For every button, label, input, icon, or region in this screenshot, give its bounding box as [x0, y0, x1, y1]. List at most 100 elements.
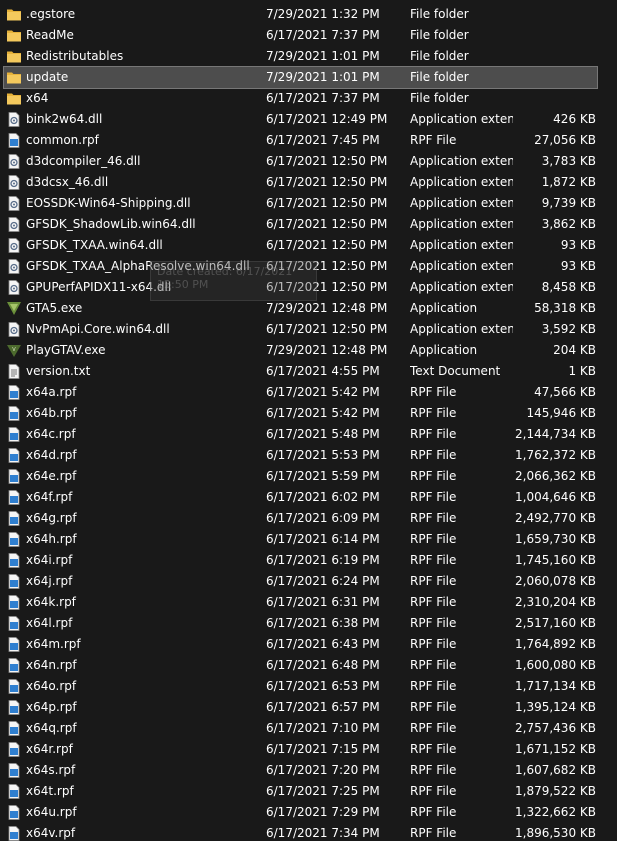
file-size: 47,566 KB: [534, 385, 596, 399]
file-type: RPF File: [410, 616, 457, 630]
txt-icon: [6, 364, 22, 379]
file-name: GFSDK_TXAA.win64.dll: [26, 238, 163, 252]
file-row[interactable]: x64h.rpf 6/17/2021 6:14 PM RPF File 1,659,7…: [0, 529, 617, 550]
file-type: RPF File: [410, 511, 457, 525]
dll-icon: [6, 259, 22, 274]
file-type: RPF File: [410, 784, 457, 798]
dll-icon: [6, 175, 22, 190]
file-size: 2,310,204 KB: [515, 595, 596, 609]
file-row[interactable]: Redistributables 7/29/2021 1:01 PM File fo…: [0, 46, 617, 67]
file-type: RPF File: [410, 427, 457, 441]
file-row[interactable]: x64f.rpf 6/17/2021 6:02 PM RPF File 1,004,6…: [0, 487, 617, 508]
file-row[interactable]: GFSDK_TXAA_AlphaResolve.win64.dll 6/17/20…: [0, 256, 617, 277]
dll-icon: [6, 238, 22, 253]
file-row[interactable]: x64p.rpf 6/17/2021 6:57 PM RPF File 1,395,1…: [0, 697, 617, 718]
file-row[interactable]: GFSDK_TXAA.win64.dll 6/17/2021 12:50 PM Ap…: [0, 235, 617, 256]
file-name: EOSSDK-Win64-Shipping.dll: [26, 196, 191, 210]
file-size: 2,492,770 KB: [515, 511, 596, 525]
file-type: RPF File: [410, 637, 457, 651]
file-size: 3,862 KB: [541, 217, 596, 231]
rpf-icon: [6, 448, 22, 463]
file-name: PlayGTAV.exe: [26, 343, 106, 357]
file-name: x64q.rpf: [26, 721, 77, 735]
file-row[interactable]: x64d.rpf 6/17/2021 5:53 PM RPF File 1,762,3…: [0, 445, 617, 466]
file-row[interactable]: GPUPerfAPIDX11-x64.dll 6/17/2021 12:50 PM…: [0, 277, 617, 298]
file-type: RPF File: [410, 448, 457, 462]
file-row[interactable]: x64u.rpf 6/17/2021 7:29 PM RPF File 1,322,6…: [0, 802, 617, 823]
file-size: 2,060,078 KB: [515, 574, 596, 588]
file-type: Application: [410, 343, 478, 357]
file-name: x64l.rpf: [26, 616, 73, 630]
file-size: 1,671,152 KB: [515, 742, 596, 756]
file-row[interactable]: x64k.rpf 6/17/2021 6:31 PM RPF File 2,310,2…: [0, 592, 617, 613]
file-row[interactable]: x64a.rpf 6/17/2021 5:42 PM RPF File 47,566 …: [0, 382, 617, 403]
file-row[interactable]: GFSDK_ShadowLib.win64.dll 6/17/2021 12:50…: [0, 214, 617, 235]
rpf-icon: [6, 826, 22, 841]
file-name: version.txt: [26, 364, 91, 378]
file-type: Application exten...: [410, 238, 513, 252]
folder-icon: [6, 70, 22, 85]
file-date-modified: 7/29/2021 1:32 PM: [266, 7, 380, 21]
file-row[interactable]: x64e.rpf 6/17/2021 5:59 PM RPF File 2,066,3…: [0, 466, 617, 487]
file-row[interactable]: x64n.rpf 6/17/2021 6:48 PM RPF File 1,600,0…: [0, 655, 617, 676]
file-row[interactable]: x64v.rpf 6/17/2021 7:34 PM RPF File 1,896,5…: [0, 823, 617, 841]
file-row[interactable]: bink2w64.dll 6/17/2021 12:49 PM Applicatio…: [0, 109, 617, 130]
folder-icon: [6, 7, 22, 22]
file-name: x64i.rpf: [26, 553, 73, 567]
rpf-icon: [6, 385, 22, 400]
file-row[interactable]: x64m.rpf 6/17/2021 6:43 PM RPF File 1,764,8…: [0, 634, 617, 655]
file-name: update: [26, 70, 69, 84]
file-type: Application exten...: [410, 217, 513, 231]
file-row[interactable]: version.txt 6/17/2021 4:55 PM Text Documen…: [0, 361, 617, 382]
file-date-modified: 6/17/2021 6:09 PM: [266, 511, 380, 525]
file-row[interactable]: d3dcsx_46.dll 6/17/2021 12:50 PM Applicati…: [0, 172, 617, 193]
file-date-modified: 6/17/2021 6:31 PM: [266, 595, 380, 609]
file-row[interactable]: update 7/29/2021 1:01 PM File folder: [3, 66, 598, 89]
file-name: x64d.rpf: [26, 448, 77, 462]
file-size: 1,717,134 KB: [515, 679, 596, 693]
file-size: 1,600,080 KB: [515, 658, 596, 672]
rpf-icon: [6, 784, 22, 799]
file-type: File folder: [410, 7, 469, 21]
file-name: Redistributables: [26, 49, 124, 63]
file-row[interactable]: x64c.rpf 6/17/2021 5:48 PM RPF File 2,144,7…: [0, 424, 617, 445]
file-date-modified: 6/17/2021 6:38 PM: [266, 616, 380, 630]
dll-icon: [6, 280, 22, 295]
file-row[interactable]: x64b.rpf 6/17/2021 5:42 PM RPF File 145,946…: [0, 403, 617, 424]
file-row[interactable]: x64t.rpf 6/17/2021 7:25 PM RPF File 1,879,5…: [0, 781, 617, 802]
file-size: 1,395,124 KB: [515, 700, 596, 714]
file-row[interactable]: V PlayGTAV.exe 7/29/2021 12:48 PM Applicati…: [0, 340, 617, 361]
file-row[interactable]: EOSSDK-Win64-Shipping.dll 6/17/2021 12:50…: [0, 193, 617, 214]
file-row[interactable]: ReadMe 6/17/2021 7:37 PM File folder: [0, 25, 617, 46]
file-row[interactable]: x64 6/17/2021 7:37 PM File folder: [0, 88, 617, 109]
rpf-icon: [6, 553, 22, 568]
file-name: x64s.rpf: [26, 763, 76, 777]
file-type: RPF File: [410, 721, 457, 735]
file-name: x64a.rpf: [26, 385, 77, 399]
file-row[interactable]: x64l.rpf 6/17/2021 6:38 PM RPF File 2,517,1…: [0, 613, 617, 634]
file-row[interactable]: d3dcompiler_46.dll 6/17/2021 12:50 PM Appl…: [0, 151, 617, 172]
file-row[interactable]: x64j.rpf 6/17/2021 6:24 PM RPF File 2,060,0…: [0, 571, 617, 592]
rpf-icon: [6, 490, 22, 505]
file-row[interactable]: x64r.rpf 6/17/2021 7:15 PM RPF File 1,671,1…: [0, 739, 617, 760]
rpf-icon: [6, 805, 22, 820]
rpf-icon: [6, 616, 22, 631]
rpf-icon: [6, 700, 22, 715]
dll-icon: [6, 154, 22, 169]
file-type: File folder: [410, 70, 469, 84]
file-row[interactable]: x64q.rpf 6/17/2021 7:10 PM RPF File 2,757,4…: [0, 718, 617, 739]
file-row[interactable]: common.rpf 6/17/2021 7:45 PM RPF File 27,05…: [0, 130, 617, 151]
file-row[interactable]: x64o.rpf 6/17/2021 6:53 PM RPF File 1,717,1…: [0, 676, 617, 697]
file-row[interactable]: GTA5.exe 7/29/2021 12:48 PM Application 58,…: [0, 298, 617, 319]
dll-icon: [6, 112, 22, 127]
file-row[interactable]: x64i.rpf 6/17/2021 6:19 PM RPF File 1,745,1…: [0, 550, 617, 571]
folder-icon: [6, 91, 22, 106]
file-date-modified: 6/17/2021 12:50 PM: [266, 217, 388, 231]
file-row[interactable]: x64s.rpf 6/17/2021 7:20 PM RPF File 1,607,6…: [0, 760, 617, 781]
file-name: common.rpf: [26, 133, 99, 147]
file-name: d3dcsx_46.dll: [26, 175, 109, 189]
file-row[interactable]: NvPmApi.Core.win64.dll 6/17/2021 12:50 PM…: [0, 319, 617, 340]
file-row[interactable]: .egstore 7/29/2021 1:32 PM File folder: [0, 4, 617, 25]
file-row[interactable]: x64g.rpf 6/17/2021 6:09 PM RPF File 2,492,7…: [0, 508, 617, 529]
file-name: d3dcompiler_46.dll: [26, 154, 141, 168]
